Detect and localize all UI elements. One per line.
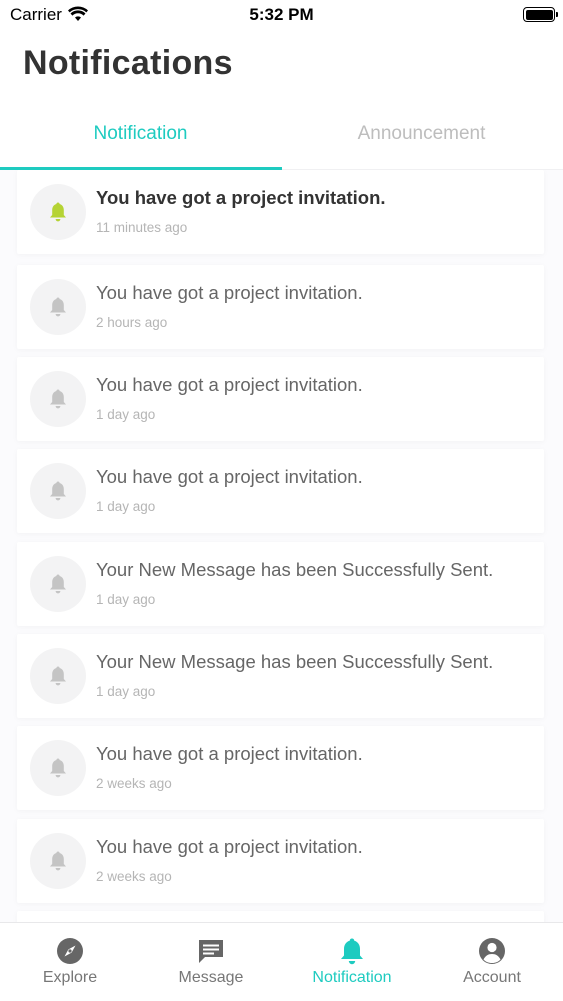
notification-list[interactable]: You have got a project invitation. 11 mi… [0, 170, 563, 922]
tab-announcement[interactable]: Announcement [281, 104, 562, 170]
tabbar-notification[interactable]: Notification [282, 923, 422, 1001]
notification-item[interactable]: You have got a project invitation. 2 wee… [17, 819, 544, 903]
notification-item[interactable]: You have got a project invitation. 2 wee… [17, 726, 544, 810]
battery-icon [523, 7, 558, 22]
notification-item[interactable]: You have got a project invitation. 1 day… [17, 449, 544, 533]
tabbar-label: Message [178, 969, 244, 986]
tabbar-account[interactable]: Account [422, 923, 562, 1001]
tabbar-label: Notification [312, 969, 392, 986]
notification-time: 1 day ago [96, 407, 156, 422]
notification-item[interactable]: You have got a project invitation. 1 day… [17, 357, 544, 441]
notification-time: 11 minutes ago [96, 220, 188, 235]
bell-icon [50, 666, 66, 686]
bell-icon [50, 481, 66, 501]
bell-avatar [30, 463, 86, 519]
notification-title: You have got a project invitation. [96, 466, 363, 487]
notification-title: You have got a project invitation. [96, 743, 363, 764]
notification-title: Your New Message has been Successfully S… [96, 559, 494, 580]
notification-time: 1 day ago [96, 499, 156, 514]
bell-avatar [30, 371, 86, 427]
account-icon [479, 938, 505, 964]
bell-icon [50, 851, 66, 871]
bell-avatar [30, 556, 86, 612]
notification-title: You have got a project invitation. [96, 374, 363, 395]
tabbar-message[interactable]: Message [141, 923, 281, 1001]
clock: 5:32 PM [249, 5, 314, 24]
notification-item[interactable]: You have got a project invitation. 11 mi… [17, 170, 544, 254]
bottom-tab-bar: Explore Message Notification Account [0, 922, 563, 1000]
bell-avatar [30, 184, 86, 240]
notification-title: Your New Message has been Successfully S… [96, 651, 494, 672]
notification-time: 2 hours ago [96, 315, 168, 330]
bell-avatar [30, 648, 86, 704]
notification-title: You have got a project invitation. [96, 282, 363, 303]
page-title: Notifications [23, 44, 233, 82]
compass-icon [57, 938, 83, 964]
segment-tabs: Notification Announcement [0, 104, 563, 170]
notification-title: You have got a project invitation. [96, 836, 363, 857]
message-icon [199, 940, 223, 963]
notification-time: 1 day ago [96, 592, 156, 607]
bell-icon [50, 574, 66, 594]
notification-item[interactable]: Your New Message has been Successfully S… [17, 542, 544, 626]
bell-avatar [30, 740, 86, 796]
tabbar-label: Explore [42, 969, 98, 986]
bell-icon [50, 758, 66, 778]
status-bar: Carrier 5:32 PM [0, 0, 563, 30]
notification-time: 2 weeks ago [96, 776, 172, 791]
bell-avatar [30, 833, 86, 889]
bell-avatar [30, 279, 86, 335]
tab-notification[interactable]: Notification [0, 104, 281, 170]
notification-time: 1 day ago [96, 684, 156, 699]
notification-time: 2 weeks ago [96, 869, 172, 884]
tabbar-explore[interactable]: Explore [0, 923, 140, 1001]
notification-item[interactable]: You have got a project invitation. 2 hou… [17, 265, 544, 349]
tabbar-label: Account [463, 969, 521, 986]
bell-icon [50, 389, 66, 409]
bell-icon [341, 938, 363, 965]
notification-title: You have got a project invitation. [96, 187, 386, 208]
bell-icon [50, 297, 66, 317]
notification-item-partial[interactable] [17, 911, 544, 922]
bell-icon [50, 202, 66, 222]
notification-item[interactable]: Your New Message has been Successfully S… [17, 634, 544, 718]
